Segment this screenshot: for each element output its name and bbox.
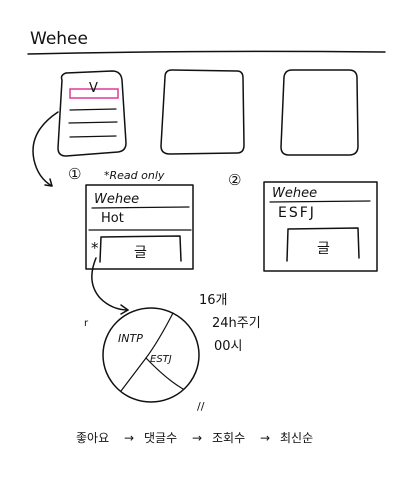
- step-two-marker: ②: [228, 171, 241, 189]
- note-time: 00시: [214, 339, 243, 354]
- card-1-line-1: [69, 108, 117, 111]
- wireframe-card-1[interactable]: V: [57, 70, 127, 157]
- sort-item-latest: 최신순: [280, 431, 313, 445]
- check-mark: V: [89, 81, 98, 96]
- card-1-line-3: [69, 135, 117, 138]
- screen-two-app-name: Wehee: [272, 186, 317, 201]
- flow-arrow-1: [32, 111, 59, 187]
- note-count: 16개: [199, 293, 228, 308]
- note-cycle: 24h주기: [212, 316, 261, 331]
- read-only-note: *Read only: [104, 169, 165, 182]
- pie-divider-2: [120, 357, 147, 392]
- card-1-line-2: [68, 121, 118, 124]
- pie-label-estj: ESTJ: [150, 354, 172, 365]
- screen-one: Wehee Hot 글 *: [85, 184, 194, 270]
- sort-arrow-1: →: [124, 431, 134, 445]
- flow-arrow-2: [91, 257, 129, 311]
- wireframe-card-2[interactable]: [160, 69, 245, 155]
- sort-arrow-2: →: [192, 431, 202, 445]
- screen-one-subtitle: Hot: [101, 211, 124, 226]
- screen-one-header-line: [91, 206, 190, 209]
- wireframe-card-3[interactable]: [280, 69, 359, 156]
- type-pie-sketch: r INTP ESTJ //: [84, 307, 205, 413]
- pie-label-intp: INTP: [118, 332, 143, 345]
- screen-one-app-name: Wehee: [94, 192, 139, 207]
- sort-item-likes: 좋아요: [76, 431, 109, 445]
- step-one-marker: ①: [68, 165, 81, 183]
- screen-two: Wehee ESFJ 글: [263, 181, 378, 272]
- sort-order-row: 좋아요 → 댓글수 → 조회수 → 최신순: [76, 431, 313, 445]
- page-title: Wehee: [30, 29, 88, 49]
- sort-item-views: 조회수: [212, 431, 245, 445]
- title-underline: [27, 50, 386, 55]
- pie-equals-mark: //: [197, 400, 205, 413]
- star-marker: *: [91, 239, 99, 257]
- sort-arrow-3: →: [260, 431, 270, 445]
- pie-divider-1: [145, 312, 174, 359]
- screen-two-subtitle: ESFJ: [278, 205, 316, 221]
- pie-prefix-mark: r: [84, 318, 89, 329]
- screen-two-button-label[interactable]: 글: [317, 241, 330, 257]
- sort-item-comments: 댓글수: [144, 431, 177, 445]
- sketch-canvas: Wehee V ① *Read only ② Wehee Hot 글 * Weh…: [27, 29, 386, 445]
- screen-two-header-line: [269, 200, 371, 203]
- screen-one-button-label[interactable]: 글: [134, 245, 147, 261]
